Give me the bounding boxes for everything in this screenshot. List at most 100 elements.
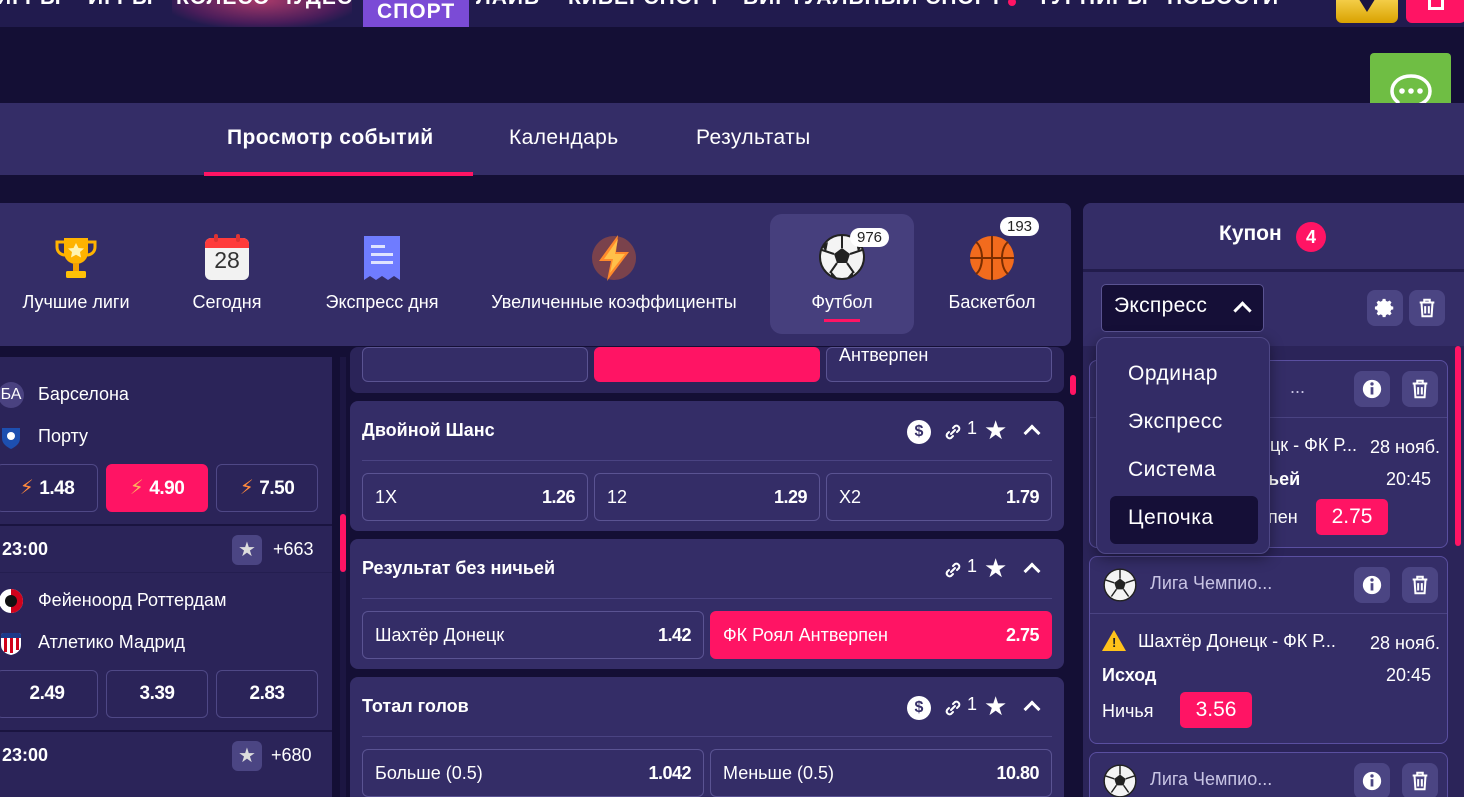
category-boosted-odds[interactable]: Увеличенные коэффициенты — [472, 203, 756, 346]
market-outcome-button[interactable]: 1X 1.26 — [362, 473, 588, 521]
nav-item-esports[interactable]: КИБЕРСПОРТ — [568, 0, 722, 10]
market-outcome-button[interactable] — [594, 347, 820, 382]
favorite-star-icon[interactable]: ★ — [232, 741, 262, 771]
market-outcome-button[interactable] — [362, 347, 588, 382]
category-label: Баскетбол — [948, 292, 1036, 312]
bet-type-option-single[interactable]: Ординар — [1110, 352, 1258, 396]
nav-item-tournaments[interactable]: ТУРНИРЫ — [1037, 0, 1149, 10]
scrollbar-thumb[interactable] — [340, 514, 346, 572]
coupon-clear-button[interactable] — [1409, 290, 1445, 326]
tab-events[interactable]: Просмотр событий — [227, 103, 434, 175]
market-outcome-button[interactable]: X2 1.79 — [826, 473, 1052, 521]
markets-scrollbar[interactable] — [340, 357, 346, 797]
event-count-badge: 193 — [1000, 217, 1040, 236]
market-title: Тотал голов — [362, 696, 469, 716]
market-outcome-button[interactable]: ФК Роял Антверпен 2.75 — [710, 611, 1052, 659]
gift-button[interactable] — [1406, 0, 1464, 23]
category-top-leagues[interactable]: Лучшие лиги — [0, 203, 152, 346]
nav-item-news[interactable]: НОВОСТИ — [1167, 0, 1279, 10]
tab-calendar[interactable]: Календарь — [509, 103, 619, 175]
category-label: Увеличенные коэффициенты — [491, 292, 737, 312]
match-time: 23:00 — [2, 745, 49, 765]
collapse-chevron-icon[interactable] — [1023, 424, 1041, 442]
collapse-chevron-icon[interactable] — [1023, 562, 1041, 580]
bet-type-option-chain[interactable]: Цепочка — [1110, 496, 1258, 544]
trash-icon — [1419, 298, 1435, 318]
odd-button-2[interactable]: ⚡ 7.50 — [216, 464, 318, 512]
odd-value: 4.90 — [149, 478, 185, 499]
events-scroll-thumb[interactable] — [1070, 375, 1076, 395]
nav-item-virtual-sport[interactable]: ВИРТУАЛЬНЫЙ СПОРТ — [743, 0, 1003, 10]
odd-button-1[interactable]: ⚡ 1.48 — [0, 464, 98, 512]
vip-button[interactable] — [1336, 0, 1398, 23]
gear-icon — [1374, 298, 1394, 318]
active-tab-indicator — [204, 172, 473, 176]
basketball-icon — [970, 236, 1014, 280]
nav-item-sport[interactable]: СПОРТ — [363, 0, 470, 27]
bet-date: 28 нояб. — [1370, 633, 1441, 653]
bet-remove-button[interactable] — [1402, 567, 1438, 603]
gift-icon — [1428, 0, 1444, 10]
bet-info-button[interactable] — [1354, 567, 1390, 603]
market-title: Двойной Шанс — [362, 420, 495, 440]
tab-results[interactable]: Результаты — [696, 103, 811, 175]
bet-type-select[interactable]: Экспресс — [1101, 284, 1264, 332]
market-partial: Антверпен — [350, 345, 1064, 393]
market-outcome-button[interactable]: Шахтёр Донецк 1.42 — [362, 611, 704, 659]
odd-button-x[interactable]: 3.39 — [106, 670, 208, 718]
odd-button-2[interactable]: 2.83 — [216, 670, 318, 718]
bet-type-option-system[interactable]: Система — [1110, 448, 1258, 492]
star-icon[interactable]: ★ — [984, 691, 1007, 722]
trash-icon — [1412, 575, 1428, 595]
star-icon[interactable]: ★ — [984, 553, 1007, 584]
nav-item-wheel[interactable]: КОЛЕСО ЧУДЕС — [176, 0, 353, 10]
trophy-icon — [55, 238, 97, 278]
category-football[interactable]: 976 Футбол — [770, 214, 914, 334]
market-total-goals: Тотал голов $ 1 ★ Больше (0.5) 1.042 Мень… — [350, 677, 1064, 797]
events-tabs-bar: Просмотр событий Календарь Результаты — [0, 103, 1464, 176]
nav-item-games-1[interactable]: ИГРЫ — [0, 0, 62, 10]
link-icon — [945, 562, 961, 578]
collapse-chevron-icon[interactable] — [1023, 700, 1041, 718]
category-express-of-day[interactable]: Экспресс дня — [310, 203, 454, 346]
outcome-label: Шахтёр Донецк — [375, 625, 505, 645]
market-outcome-button[interactable]: 12 1.29 — [594, 473, 820, 521]
bet-info-button[interactable] — [1354, 371, 1390, 407]
chevron-up-icon — [1233, 301, 1252, 320]
outcome-label: Больше (0.5) — [375, 763, 483, 783]
market-outcome-button[interactable]: Больше (0.5) 1.042 — [362, 749, 704, 797]
live-dot-icon — [1008, 0, 1016, 6]
link-count: 1 — [967, 556, 978, 576]
bet-remove-button[interactable] — [1402, 371, 1438, 407]
nav-item-games-2[interactable]: ИГРЫ — [88, 0, 154, 10]
category-basketball[interactable]: 193 Баскетбол — [940, 203, 1044, 346]
outcome-odd: 1.42 — [657, 625, 692, 645]
outcome-odd: 1.042 — [648, 763, 691, 783]
outcome-odd: 1.79 — [1005, 487, 1040, 507]
category-label: Футбол — [811, 292, 873, 312]
coupon-scrollbar[interactable] — [1455, 346, 1461, 546]
match-time: 23:00 — [2, 539, 49, 559]
bet-type-option-express[interactable]: Экспресс — [1110, 400, 1258, 444]
odd-button-1[interactable]: 2.49 — [0, 670, 98, 718]
bet-selection: Ничья — [1102, 701, 1154, 721]
nav-item-live[interactable]: ЛАЙВ — [476, 0, 540, 10]
more-markets-link[interactable]: +663 — [273, 539, 314, 560]
outcome-odd: 10.80 — [996, 763, 1039, 783]
coupon-settings-button[interactable] — [1367, 290, 1403, 326]
bet-date: 28 нояб. — [1370, 437, 1441, 457]
favorite-star-icon[interactable]: ★ — [232, 535, 262, 565]
category-label: Лучшие лиги — [22, 292, 130, 312]
more-markets-link[interactable]: +680 — [271, 745, 312, 766]
bet-remove-button[interactable] — [1402, 763, 1438, 797]
bet-info-button[interactable] — [1354, 763, 1390, 797]
outcome-label: Меньше (0.5) — [723, 763, 834, 783]
star-icon[interactable]: ★ — [984, 415, 1007, 446]
market-title: Результат без ничьей — [362, 558, 556, 578]
category-today[interactable]: 28 Сегодня — [176, 203, 278, 346]
bet-selection: пен — [1268, 507, 1298, 527]
market-outcome-button[interactable]: Меньше (0.5) 10.80 — [710, 749, 1052, 797]
league-name: ... — [1290, 377, 1306, 397]
market-outcome-button[interactable]: Антверпен — [826, 345, 1052, 382]
odd-button-x[interactable]: ⚡ 4.90 — [106, 464, 208, 512]
